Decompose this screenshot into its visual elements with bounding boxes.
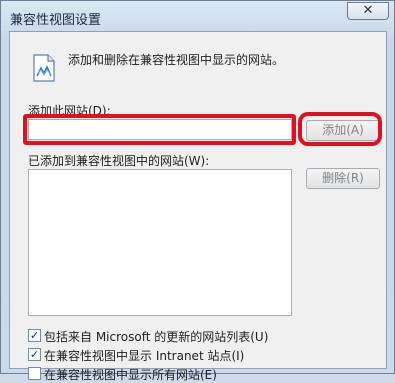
include-ms-list-label: 包括来自 Microsoft 的更新的网站列表(U) <box>44 330 269 344</box>
dialog-body: 添加和删除在兼容性视图中显示的网站。 添加此网站(D): 添加(A) 已添加到兼… <box>9 31 387 382</box>
checkmark-icon: ✓ <box>29 348 40 361</box>
dialog-title: 兼容性视图设置 <box>10 13 102 28</box>
title-bar[interactable]: 兼容性视图设置 ✕ <box>1 1 394 31</box>
document-icon <box>33 54 55 82</box>
close-button[interactable]: ✕ <box>347 2 389 20</box>
remove-button[interactable]: 删除(R) <box>306 168 380 189</box>
checkmark-icon: ✓ <box>29 329 40 342</box>
site-list-label: 已添加到兼容性视图中的网站(W): <box>28 154 210 168</box>
close-icon: ✕ <box>362 3 374 18</box>
intranet-label: 在兼容性视图中显示 Intranet 站点(I) <box>44 349 245 363</box>
intranet-checkbox[interactable]: ✓ <box>28 348 41 361</box>
input-highlight-box <box>23 114 296 145</box>
all-sites-label: 在兼容性视图中显示所有网站(E) <box>44 368 217 382</box>
compat-view-dialog: 兼容性视图设置 ✕ 添加和删除在兼容性视图中显示的网站。 添加此网站(D): 添… <box>0 0 395 382</box>
add-button-highlight <box>298 112 382 146</box>
info-text: 添加和删除在兼容性视图中显示的网站。 <box>68 53 285 67</box>
site-list[interactable] <box>28 169 292 316</box>
include-ms-list-checkbox[interactable]: ✓ <box>28 329 41 342</box>
